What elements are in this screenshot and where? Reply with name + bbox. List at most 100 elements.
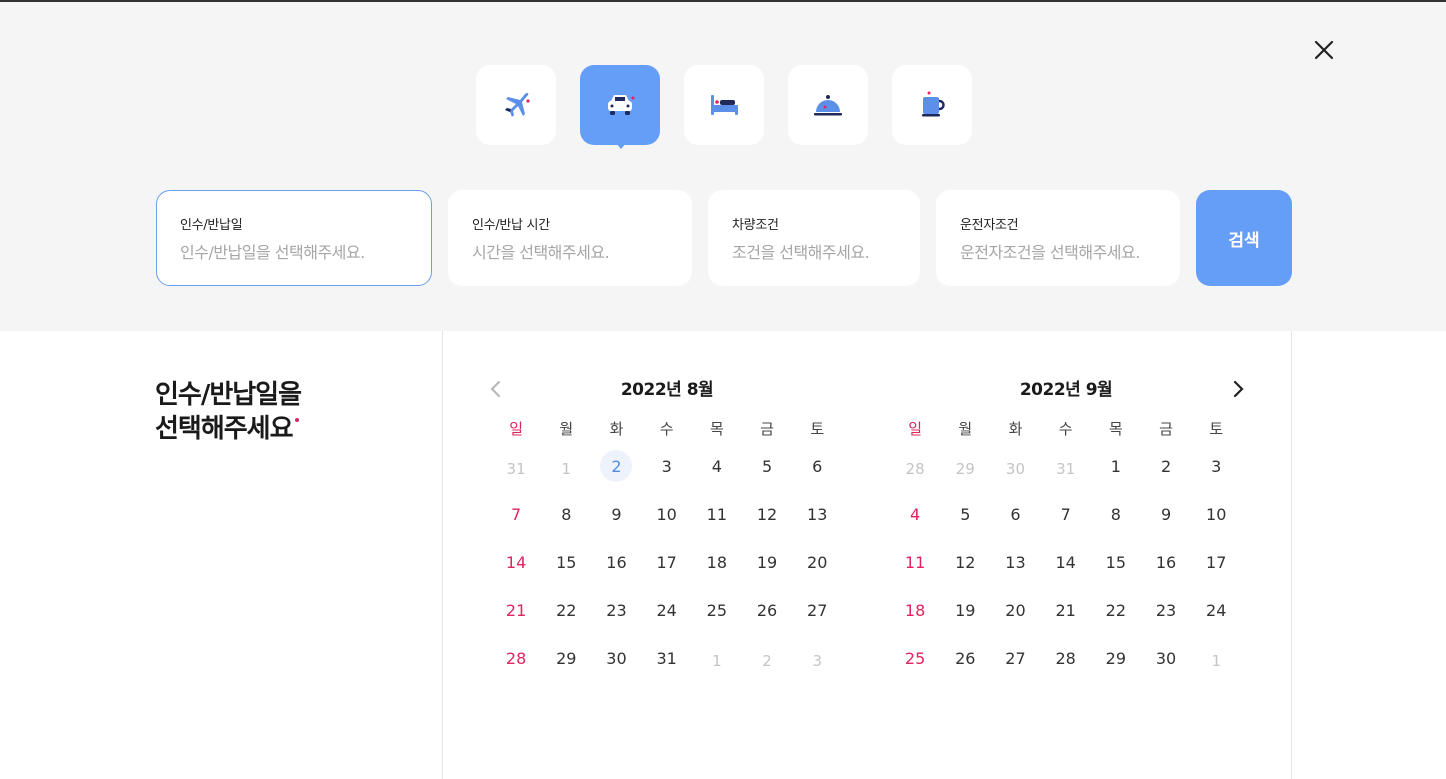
day-number[interactable]: 16 [600, 546, 632, 578]
day-cell[interactable]: 3 [642, 442, 692, 490]
field-vehicle-conditions[interactable]: 차량조건 조건을 선택해주세요. [708, 190, 920, 286]
day-cell[interactable]: 13 [792, 490, 842, 538]
day-cell[interactable]: 2 [591, 442, 641, 490]
tab-car[interactable] [580, 65, 660, 149]
day-cell[interactable]: 22 [1091, 586, 1141, 634]
day-number[interactable]: 18 [701, 546, 733, 578]
day-number[interactable]: 25 [899, 642, 931, 674]
day-number[interactable]: 26 [751, 594, 783, 626]
day-number[interactable]: 19 [949, 594, 981, 626]
day-cell[interactable]: 14 [1041, 538, 1091, 586]
day-cell[interactable]: 6 [792, 442, 842, 490]
day-cell[interactable]: 13 [990, 538, 1040, 586]
day-number[interactable]: 5 [949, 498, 981, 530]
day-cell[interactable]: 21 [1041, 586, 1091, 634]
day-cell[interactable]: 21 [491, 586, 541, 634]
day-number[interactable]: 30 [1150, 642, 1182, 674]
day-cell[interactable]: 23 [1141, 586, 1191, 634]
day-cell[interactable]: 4 [890, 490, 940, 538]
day-cell[interactable]: 17 [642, 538, 692, 586]
day-number[interactable]: 27 [801, 594, 833, 626]
day-number[interactable]: 5 [751, 450, 783, 482]
day-cell[interactable]: 15 [541, 538, 591, 586]
day-number[interactable]: 14 [1050, 546, 1082, 578]
day-number[interactable]: 28 [500, 642, 532, 674]
day-number-today[interactable]: 2 [600, 450, 633, 482]
day-number[interactable]: 23 [1150, 594, 1182, 626]
day-cell[interactable]: 30 [591, 634, 641, 682]
day-cell[interactable]: 8 [1091, 490, 1141, 538]
day-number[interactable]: 17 [651, 546, 683, 578]
day-cell[interactable]: 24 [642, 586, 692, 634]
day-number[interactable]: 6 [801, 450, 833, 482]
day-number[interactable]: 24 [1200, 594, 1232, 626]
day-cell[interactable]: 29 [1091, 634, 1141, 682]
day-number[interactable]: 28 [1050, 642, 1082, 674]
day-number[interactable]: 14 [500, 546, 532, 578]
day-number[interactable]: 12 [751, 498, 783, 530]
day-number[interactable]: 18 [899, 594, 931, 626]
day-number[interactable]: 21 [1050, 594, 1082, 626]
day-cell[interactable]: 31 [642, 634, 692, 682]
day-cell[interactable]: 19 [940, 586, 990, 634]
day-number[interactable]: 15 [550, 546, 582, 578]
day-number[interactable]: 10 [651, 498, 683, 530]
day-cell[interactable]: 22 [541, 586, 591, 634]
day-cell[interactable]: 6 [990, 490, 1040, 538]
day-number[interactable]: 3 [1200, 450, 1232, 482]
day-cell[interactable]: 26 [940, 634, 990, 682]
day-number[interactable]: 9 [1150, 498, 1182, 530]
prev-month-button[interactable] [484, 377, 508, 401]
day-cell[interactable]: 16 [1141, 538, 1191, 586]
day-number[interactable]: 7 [1050, 498, 1082, 530]
day-cell[interactable]: 9 [1141, 490, 1191, 538]
day-cell[interactable]: 19 [742, 538, 792, 586]
tab-hotel[interactable] [684, 65, 764, 145]
day-number[interactable]: 13 [999, 546, 1031, 578]
day-number[interactable]: 27 [999, 642, 1031, 674]
day-number[interactable]: 1 [1100, 450, 1132, 482]
day-cell[interactable]: 12 [940, 538, 990, 586]
day-number[interactable]: 4 [701, 450, 733, 482]
day-number[interactable]: 6 [999, 498, 1031, 530]
day-number[interactable]: 21 [500, 594, 532, 626]
day-number[interactable]: 19 [751, 546, 783, 578]
day-cell[interactable]: 9 [591, 490, 641, 538]
day-cell[interactable]: 3 [1191, 442, 1241, 490]
day-number[interactable]: 3 [651, 450, 683, 482]
next-month-button[interactable] [1226, 377, 1250, 401]
day-cell[interactable]: 25 [890, 634, 940, 682]
day-cell[interactable]: 18 [692, 538, 742, 586]
day-number[interactable]: 23 [600, 594, 632, 626]
day-cell[interactable]: 2 [1141, 442, 1191, 490]
day-number[interactable]: 22 [550, 594, 582, 626]
day-cell[interactable]: 5 [940, 490, 990, 538]
day-number[interactable]: 15 [1100, 546, 1132, 578]
day-cell[interactable]: 29 [541, 634, 591, 682]
day-number[interactable]: 9 [600, 498, 632, 530]
day-number[interactable]: 29 [1100, 642, 1132, 674]
day-cell[interactable]: 11 [890, 538, 940, 586]
day-number[interactable]: 22 [1100, 594, 1132, 626]
day-cell[interactable]: 11 [692, 490, 742, 538]
day-number[interactable]: 11 [899, 546, 931, 578]
day-number[interactable]: 13 [801, 498, 833, 530]
day-number[interactable]: 8 [1100, 498, 1132, 530]
day-cell[interactable]: 1 [1091, 442, 1141, 490]
day-cell[interactable]: 20 [792, 538, 842, 586]
day-cell[interactable]: 18 [890, 586, 940, 634]
day-number[interactable]: 24 [651, 594, 683, 626]
search-button[interactable]: 검색 [1196, 190, 1292, 286]
day-cell[interactable]: 7 [491, 490, 541, 538]
day-cell[interactable]: 28 [1041, 634, 1091, 682]
day-number[interactable]: 4 [899, 498, 931, 530]
day-cell[interactable]: 20 [990, 586, 1040, 634]
day-number[interactable]: 30 [600, 642, 632, 674]
day-cell[interactable]: 30 [1141, 634, 1191, 682]
day-cell[interactable]: 27 [792, 586, 842, 634]
day-cell[interactable]: 14 [491, 538, 541, 586]
day-number[interactable]: 11 [701, 498, 733, 530]
day-number[interactable]: 29 [550, 642, 582, 674]
day-cell[interactable]: 17 [1191, 538, 1241, 586]
day-cell[interactable]: 5 [742, 442, 792, 490]
